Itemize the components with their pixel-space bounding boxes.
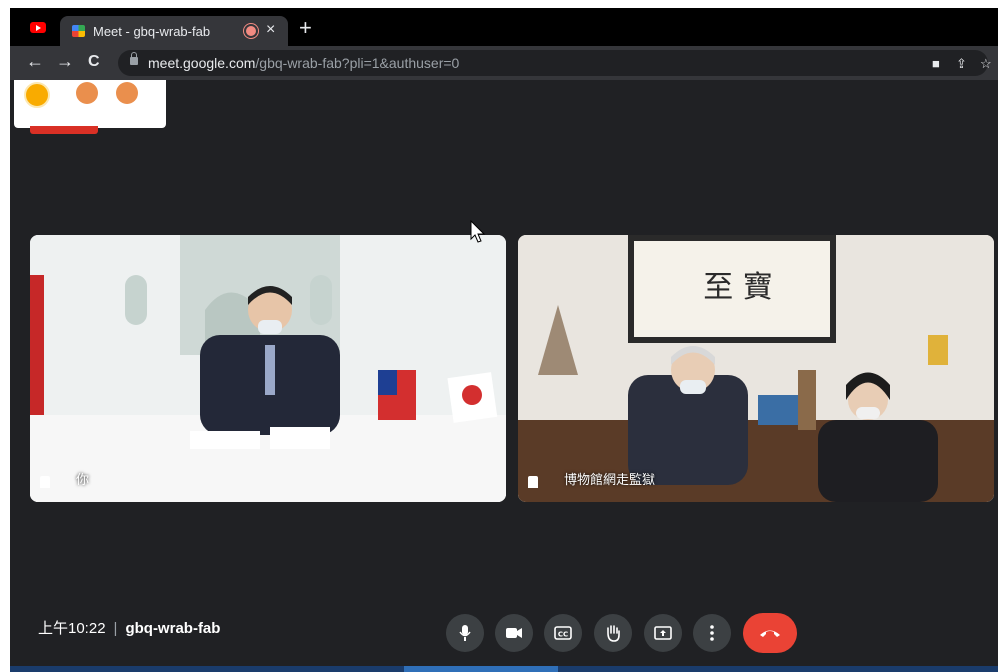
app-icon-3[interactable] [116, 82, 138, 104]
share-icon[interactable]: ⇪ [956, 56, 967, 72]
meet-icon [72, 25, 85, 37]
app-icon-2[interactable] [76, 82, 98, 104]
address-bar[interactable]: meet.google.com/gbq-wrab-fab?pli=1&authu… [118, 50, 992, 76]
url-text: meet.google.com/gbq-wrab-fab?pli=1&authu… [148, 55, 459, 71]
url-host: meet.google.com [148, 55, 256, 71]
meeting-code: gbq-wrab-fab [125, 620, 221, 637]
raise-hand-button[interactable] [594, 614, 632, 652]
more-options-button[interactable] [693, 614, 731, 652]
more-vert-icon [710, 625, 714, 641]
separator: | [113, 620, 118, 637]
participant-video [30, 235, 506, 502]
tab-title: Meet - gbq-wrab-fab [93, 24, 211, 39]
recording-icon [246, 26, 256, 36]
participant-video: 至 寶 [518, 235, 994, 502]
present-icon [654, 626, 672, 640]
meeting-info: 上午10:22 | gbq-wrab-fab [38, 617, 220, 638]
camera-permission-icon[interactable]: ■ [932, 56, 940, 71]
lock-icon [130, 52, 138, 65]
url-path: /gbq-wrab-fab?pli=1&authuser=0 [255, 55, 460, 71]
forward-button[interactable]: → [56, 51, 74, 72]
participant-name: 博物館網走監獄 [564, 472, 656, 487]
mouse-cursor-icon [470, 220, 486, 243]
meet-stage: 你 至 寶 博物館網走監獄 上午10:22 | gbq-wrab-fab CC [10, 80, 998, 672]
browser-window: Meet - gbq-wrab-fab × + ← → C meet.googl… [10, 8, 998, 672]
camera-button[interactable] [495, 614, 533, 652]
phone-hangup-icon [760, 630, 780, 637]
captions-icon: CC [554, 626, 572, 640]
pin-icon[interactable] [528, 476, 538, 488]
microphone-button[interactable] [446, 614, 484, 652]
tab-meet[interactable]: Meet - gbq-wrab-fab × [60, 16, 288, 46]
camera-icon [506, 628, 522, 638]
new-tab-button[interactable]: + [299, 15, 312, 41]
browser-toolbar: ← → C meet.google.com/gbq-wrab-fab?pli=1… [10, 46, 998, 80]
participant-tile[interactable]: 至 寶 博物館網走監獄 [518, 235, 994, 502]
activities-panel [14, 80, 166, 128]
activity-accent [30, 126, 98, 134]
svg-text:CC: CC [558, 631, 568, 639]
captions-button[interactable]: CC [544, 614, 582, 652]
tab-strip: Meet - gbq-wrab-fab × + [10, 8, 998, 46]
participant-tile[interactable]: 你 [30, 235, 506, 502]
close-tab-icon[interactable]: × [266, 21, 275, 39]
hand-icon [607, 625, 620, 642]
meeting-time: 上午10:22 [38, 620, 106, 637]
svg-text:至 寶: 至 寶 [703, 270, 773, 305]
app-icon-1[interactable] [24, 82, 50, 108]
reload-button[interactable]: C [88, 53, 100, 71]
present-button[interactable] [644, 614, 682, 652]
end-call-button[interactable] [743, 613, 797, 653]
participant-name: 你 [76, 472, 90, 487]
bookmark-star-icon[interactable]: ☆ [980, 56, 992, 72]
back-button[interactable]: ← [26, 51, 44, 72]
pin-icon[interactable] [40, 476, 50, 488]
microphone-icon [459, 625, 471, 641]
youtube-tab-icon[interactable] [30, 22, 46, 33]
taskbar-strip [10, 666, 998, 672]
taskbar-active [404, 666, 558, 672]
